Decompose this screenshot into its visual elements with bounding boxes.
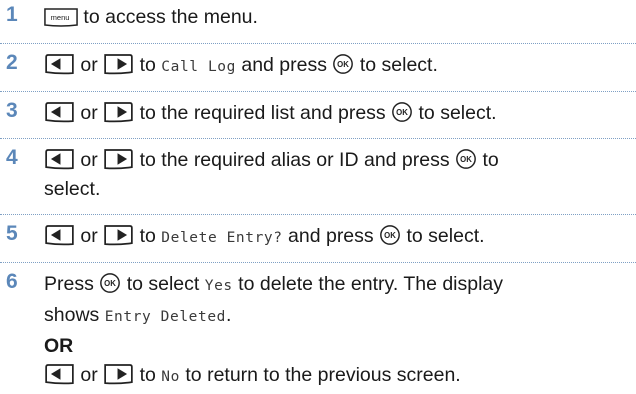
to-select-text: to select bbox=[126, 273, 200, 295]
step-text: or to Delete Entry? and press to select. bbox=[44, 222, 632, 253]
shows-text: shows bbox=[44, 304, 100, 326]
display-text-no: No bbox=[161, 369, 180, 385]
step-1-text: to access the menu. bbox=[83, 6, 258, 28]
and-press-text: and press bbox=[288, 225, 374, 247]
right-arrow-key-icon bbox=[103, 364, 134, 385]
separator bbox=[0, 214, 636, 215]
left-arrow-key-icon bbox=[44, 364, 75, 385]
or-text: or bbox=[80, 102, 98, 124]
step-text: or to the required list and press to sel… bbox=[44, 99, 632, 128]
ok-key-icon bbox=[99, 272, 121, 294]
or-text: or bbox=[80, 54, 98, 76]
step-6-rest: to delete the entry. The display bbox=[238, 273, 504, 295]
step-number: 3 bbox=[6, 99, 18, 122]
end-text: to select. bbox=[406, 225, 485, 247]
display-text-yes: Yes bbox=[204, 278, 233, 294]
display-text-delete-entry: Delete Entry? bbox=[161, 230, 283, 246]
right-arrow-key-icon bbox=[103, 102, 134, 123]
press-text: Press bbox=[44, 273, 94, 295]
step-number: 5 bbox=[6, 222, 18, 245]
and-press-text: and press bbox=[241, 54, 327, 76]
step-text: Press to select Yes to delete the entry.… bbox=[44, 270, 632, 392]
to-text: to bbox=[482, 149, 499, 171]
separator bbox=[0, 138, 636, 139]
end-text: to select. bbox=[359, 54, 438, 76]
step-3-text: to the required list and press bbox=[139, 102, 386, 124]
step-text: or to Call Log and press to select. bbox=[44, 51, 632, 82]
right-arrow-key-icon bbox=[103, 54, 134, 75]
separator bbox=[0, 91, 636, 92]
step-text: or to the required alias or ID and press… bbox=[44, 146, 632, 204]
period: . bbox=[226, 304, 232, 326]
or-text: or bbox=[80, 149, 98, 171]
ok-key-icon bbox=[455, 148, 477, 170]
left-arrow-key-icon bbox=[44, 102, 75, 123]
right-arrow-key-icon bbox=[103, 225, 134, 246]
display-text-call-log: Call Log bbox=[161, 59, 236, 75]
to-text: to bbox=[139, 225, 156, 247]
step-number: 2 bbox=[6, 51, 18, 74]
end-text: to select. bbox=[418, 102, 497, 124]
menu-key-icon bbox=[44, 8, 78, 27]
or-text: or bbox=[80, 364, 98, 386]
or-text: or bbox=[80, 225, 98, 247]
step-4-continuation: select. bbox=[44, 178, 101, 200]
to-text: to bbox=[139, 364, 156, 386]
left-arrow-key-icon bbox=[44, 149, 75, 170]
ok-key-icon bbox=[332, 53, 354, 75]
separator bbox=[0, 43, 636, 44]
step-text: to access the menu. bbox=[44, 3, 632, 32]
step-number: 4 bbox=[6, 146, 18, 169]
ok-key-icon bbox=[391, 101, 413, 123]
or-label: OR bbox=[44, 335, 74, 357]
left-arrow-key-icon bbox=[44, 225, 75, 246]
to-text: to bbox=[139, 54, 156, 76]
step-number: 1 bbox=[6, 3, 18, 26]
right-arrow-key-icon bbox=[103, 149, 134, 170]
display-text-entry-deleted: Entry Deleted bbox=[104, 309, 226, 325]
step-number: 6 bbox=[6, 270, 18, 293]
ok-key-icon bbox=[379, 224, 401, 246]
left-arrow-key-icon bbox=[44, 54, 75, 75]
separator bbox=[0, 262, 636, 263]
step-4-text: to the required alias or ID and press bbox=[139, 149, 450, 171]
no-rest-text: to return to the previous screen. bbox=[185, 364, 461, 386]
